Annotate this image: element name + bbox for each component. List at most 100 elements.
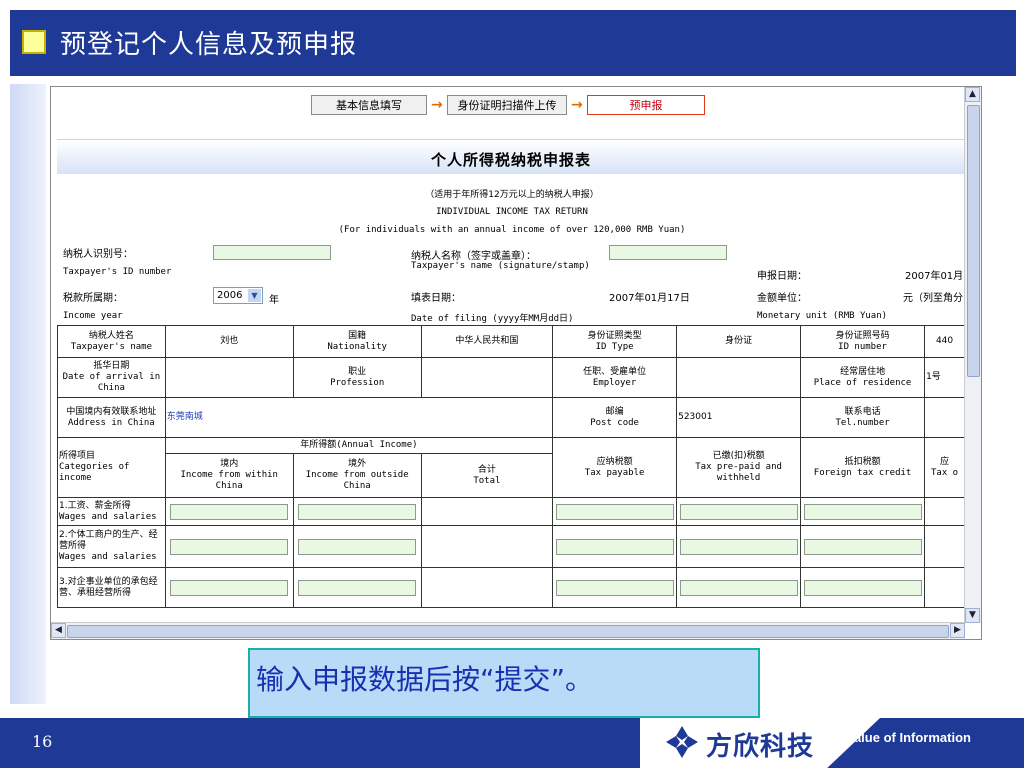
tax-year-select[interactable]: 2006 ▼ xyxy=(213,287,263,304)
wages-within-input[interactable] xyxy=(170,503,289,520)
within-header: 境内 Income from within China xyxy=(164,453,294,498)
business-prepaid-input[interactable] xyxy=(679,538,798,555)
id-type-header: 身份证照类型 ID Type xyxy=(552,325,678,358)
contract-owed-cell xyxy=(924,567,965,608)
chevron-down-icon[interactable]: ▼ xyxy=(248,289,261,302)
contract-payable-cell xyxy=(552,567,678,608)
tel-header: 联系电话 Tel.number xyxy=(800,397,926,438)
tax-return-table: 纳税人姓名 Taxpayer's name 刘也 国籍 Nationality 中华… xyxy=(57,325,965,608)
contract-outside-input[interactable] xyxy=(298,579,417,596)
table-row: 3.对企事业单位的承包经营、承租经营所得 xyxy=(57,567,965,608)
horizontal-scrollbar[interactable]: ◀ ▶ xyxy=(51,622,965,639)
arrival-header: 抵华日期 Date of arrival in China xyxy=(57,357,166,398)
year-unit: 年 xyxy=(269,295,279,306)
id-type-value: 身份证 xyxy=(676,325,802,358)
wages-credit-input[interactable] xyxy=(803,503,922,520)
step-basic-info[interactable]: 基本信息填写 xyxy=(311,95,427,115)
contract-prepaid-input[interactable] xyxy=(679,579,798,596)
step-id-upload[interactable]: 身份证明扫描件上传 xyxy=(447,95,567,115)
arrow-icon: → xyxy=(571,97,583,113)
prepaid-header: 已缴(扣)税额 Tax pre-paid and withheld xyxy=(676,437,802,498)
company-tagline: Value of Information xyxy=(846,730,971,745)
wages-payable-input[interactable] xyxy=(555,503,674,520)
wages-owed-cell xyxy=(924,497,965,526)
nationality-value: 中华人民共和国 xyxy=(420,325,554,358)
scroll-down-icon[interactable]: ▼ xyxy=(965,608,980,623)
footer-bar: 16 方欣科技 Value of Information xyxy=(0,718,1024,768)
decorative-strip xyxy=(10,84,46,704)
income-items-header: 所得项目 Categories of income xyxy=(57,437,166,498)
instruction-callout: 输入申报数据后按“提交”。 xyxy=(248,648,760,718)
address-value: 东莞南城 xyxy=(164,397,554,438)
business-outside-cell xyxy=(292,525,422,568)
tax-period-label-en: Income year xyxy=(63,311,123,321)
contract-credit-input[interactable] xyxy=(803,579,922,596)
amount-unit-value: 元（列至角分 xyxy=(903,293,963,304)
filing-date-label: 申报日期： xyxy=(757,271,807,282)
wages-total-cell xyxy=(420,497,554,526)
contract-outside-cell xyxy=(292,567,422,608)
wages-prepaid-cell xyxy=(676,497,802,526)
scroll-up-icon[interactable]: ▲ xyxy=(965,87,980,102)
slide-title-bar: 预登记个人信息及预申报 xyxy=(10,10,1016,76)
scroll-right-icon[interactable]: ▶ xyxy=(950,623,965,638)
fill-date-value: 2007年01月17日 xyxy=(609,293,690,304)
amount-unit-label-en: Monetary unit (RMB Yuan) xyxy=(757,311,888,321)
scroll-left-icon[interactable]: ◀ xyxy=(51,623,66,638)
step-pre-declare[interactable]: 预申报 xyxy=(587,95,705,115)
horizontal-scroll-thumb[interactable] xyxy=(67,625,949,638)
amount-unit-label: 金额单位： xyxy=(757,293,807,304)
business-credit-cell xyxy=(800,525,926,568)
outside-header: 境外 Income from outside China xyxy=(292,453,422,498)
arrow-icon: → xyxy=(431,97,443,113)
business-payable-cell xyxy=(552,525,678,568)
taxpayer-name-input[interactable] xyxy=(609,245,727,260)
wages-payable-cell xyxy=(552,497,678,526)
contract-credit-cell xyxy=(800,567,926,608)
arrival-value xyxy=(164,357,294,398)
name-header: 纳税人姓名 Taxpayer's name xyxy=(57,325,166,358)
table-row: 1.工资、薪金所得 Wages and salaries xyxy=(57,497,965,526)
table-row: 抵华日期 Date of arrival in China 职业 Profession… xyxy=(57,357,965,398)
residence-header: 经常居住地 Place of residence xyxy=(800,357,926,398)
contract-within-input[interactable] xyxy=(170,579,289,596)
annual-income-header: 年所得额(Annual Income) xyxy=(164,437,554,454)
tax-year-value: 2006 xyxy=(217,290,243,301)
wages-within-cell xyxy=(164,497,294,526)
vertical-scroll-thumb[interactable] xyxy=(967,105,980,377)
nationality-header: 国籍 Nationality xyxy=(292,325,422,358)
contract-prepaid-cell xyxy=(676,567,802,608)
id-number-header: 身份证照号码 ID number xyxy=(800,325,926,358)
form-viewport: 基本信息填写 → 身份证明扫描件上传 → 预申报 个人所得税纳税申报表 （适用于… xyxy=(51,87,965,621)
postcode-header: 邮编 Post code xyxy=(552,397,678,438)
residence-value: 1号 xyxy=(924,357,965,398)
taxpayer-name-label-en: Taxpayer's name (signature/stamp) xyxy=(411,261,590,271)
business-within-input[interactable] xyxy=(170,538,289,555)
tel-value xyxy=(924,397,965,438)
instruction-text: 输入申报数据后按“提交”。 xyxy=(256,663,594,696)
business-outside-input[interactable] xyxy=(298,538,417,555)
taxpayer-id-label: 纳税人识别号： xyxy=(63,249,133,260)
wages-credit-cell xyxy=(800,497,926,526)
taxpayer-id-input[interactable] xyxy=(213,245,331,260)
payable-header: 应纳税额 Tax payable xyxy=(552,437,678,498)
business-within-cell xyxy=(164,525,294,568)
wages-prepaid-input[interactable] xyxy=(679,503,798,520)
table-row: 2.个体工商户的生产、经营所得 Wages and salaries xyxy=(57,525,965,568)
name-value: 刘也 xyxy=(164,325,294,358)
taxpayer-name-label: 纳税人名称（签字或盖章）： xyxy=(411,251,536,262)
row-business-label: 2.个体工商户的生产、经营所得 Wages and salaries xyxy=(57,525,166,568)
address-header: 中国境内有效联系地址 Address in China xyxy=(57,397,166,438)
table-row: 所得项目 Categories of income 年所得额(Annual Inc… xyxy=(57,437,965,498)
contract-payable-input[interactable] xyxy=(555,579,674,596)
wages-outside-input[interactable] xyxy=(298,503,417,520)
tax-period-label: 税款所属期： xyxy=(63,293,123,304)
vertical-scrollbar[interactable]: ▲ ▼ xyxy=(964,87,981,623)
profession-value xyxy=(420,357,554,398)
business-credit-input[interactable] xyxy=(803,538,922,555)
row-contract-label: 3.对企事业单位的承包经营、承租经营所得 xyxy=(57,567,166,608)
business-owed-cell xyxy=(924,525,965,568)
bullet-square-icon xyxy=(22,30,46,54)
business-payable-input[interactable] xyxy=(555,538,674,555)
form-subtitle-note: (For individuals with an annual income o… xyxy=(338,225,686,235)
